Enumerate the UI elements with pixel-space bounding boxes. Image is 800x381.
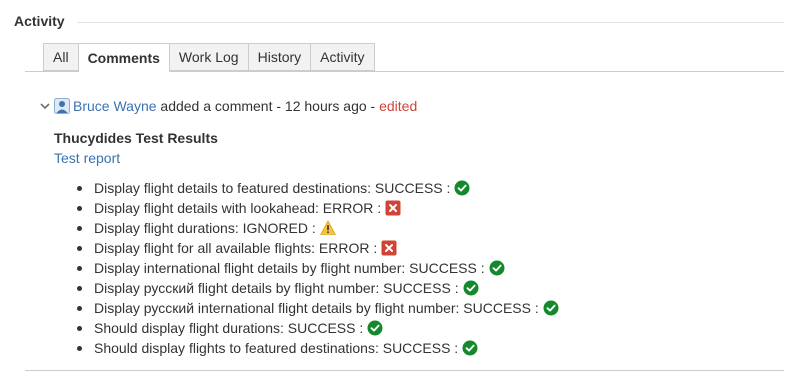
bullet-icon	[77, 345, 82, 351]
result-list-item: Display flight for all available flights…	[77, 238, 777, 258]
result-list-item: Display flight details with lookahead: E…	[77, 198, 777, 218]
comment-separator: -	[366, 98, 380, 114]
result-text: Display русский flight details by flight…	[94, 280, 459, 296]
tab-work-log[interactable]: Work Log	[169, 43, 249, 71]
bullet-icon	[77, 225, 82, 231]
user-avatar-icon	[54, 98, 70, 114]
check-circle-icon	[454, 180, 470, 196]
tab-history[interactable]: History	[248, 43, 312, 71]
comment-action: added a comment -	[156, 98, 285, 114]
activity-tabs: All Comments Work Log History Activity	[43, 43, 375, 72]
bullet-icon	[77, 185, 82, 191]
result-list-item: Display русский flight details by flight…	[77, 278, 777, 298]
result-text: Display flight durations: IGNORED :	[94, 220, 316, 236]
bullet-icon	[77, 305, 82, 311]
result-text: Display русский international flight det…	[94, 300, 539, 316]
bullet-icon	[77, 205, 82, 211]
bullet-icon	[77, 265, 82, 271]
result-text: Display flight details with lookahead: E…	[94, 200, 382, 216]
result-text: Display flight details to featured desti…	[94, 180, 451, 196]
result-text: Should display flight durations: SUCCESS…	[94, 320, 364, 336]
error-x-icon	[385, 200, 401, 216]
bullet-icon	[77, 245, 82, 251]
result-list-item: Display international flight details by …	[77, 258, 777, 278]
result-list-item: Display русский international flight det…	[77, 298, 777, 318]
result-text: Should display flights to featured desti…	[94, 340, 459, 356]
result-list-item: Should display flight durations: SUCCESS…	[77, 318, 777, 338]
warning-triangle-icon	[320, 220, 336, 235]
check-circle-icon	[462, 340, 478, 356]
result-list-item: Display flight details to featured desti…	[77, 178, 777, 198]
comment-author-link[interactable]: Bruce Wayne	[73, 98, 157, 114]
check-circle-icon	[489, 260, 505, 276]
bullet-icon	[77, 325, 82, 331]
tab-comments[interactable]: Comments	[78, 43, 170, 72]
edited-label[interactable]: edited	[379, 98, 417, 114]
bottom-divider	[25, 370, 784, 371]
result-list-item: Display flight durations: IGNORED :	[77, 218, 777, 238]
result-list-item: Should display flights to featured desti…	[77, 338, 777, 358]
check-circle-icon	[463, 280, 479, 296]
check-circle-icon	[543, 300, 559, 316]
check-circle-icon	[367, 320, 383, 336]
comment-header: Bruce Wayne added a comment - 12 hours a…	[38, 97, 417, 115]
result-text: Display international flight details by …	[94, 260, 485, 276]
comment-time[interactable]: 12 hours ago	[285, 98, 367, 114]
test-report-link[interactable]: Test report	[54, 150, 120, 166]
result-text: Display flight for all available flights…	[94, 240, 378, 256]
section-divider	[77, 22, 784, 23]
results-heading: Thucydides Test Results	[54, 130, 218, 146]
section-title: Activity	[14, 13, 65, 29]
error-x-icon	[381, 240, 397, 256]
tab-activity[interactable]: Activity	[311, 43, 375, 71]
bullet-icon	[77, 285, 82, 291]
chevron-down-icon[interactable]	[38, 99, 52, 113]
tab-all[interactable]: All	[43, 43, 79, 71]
